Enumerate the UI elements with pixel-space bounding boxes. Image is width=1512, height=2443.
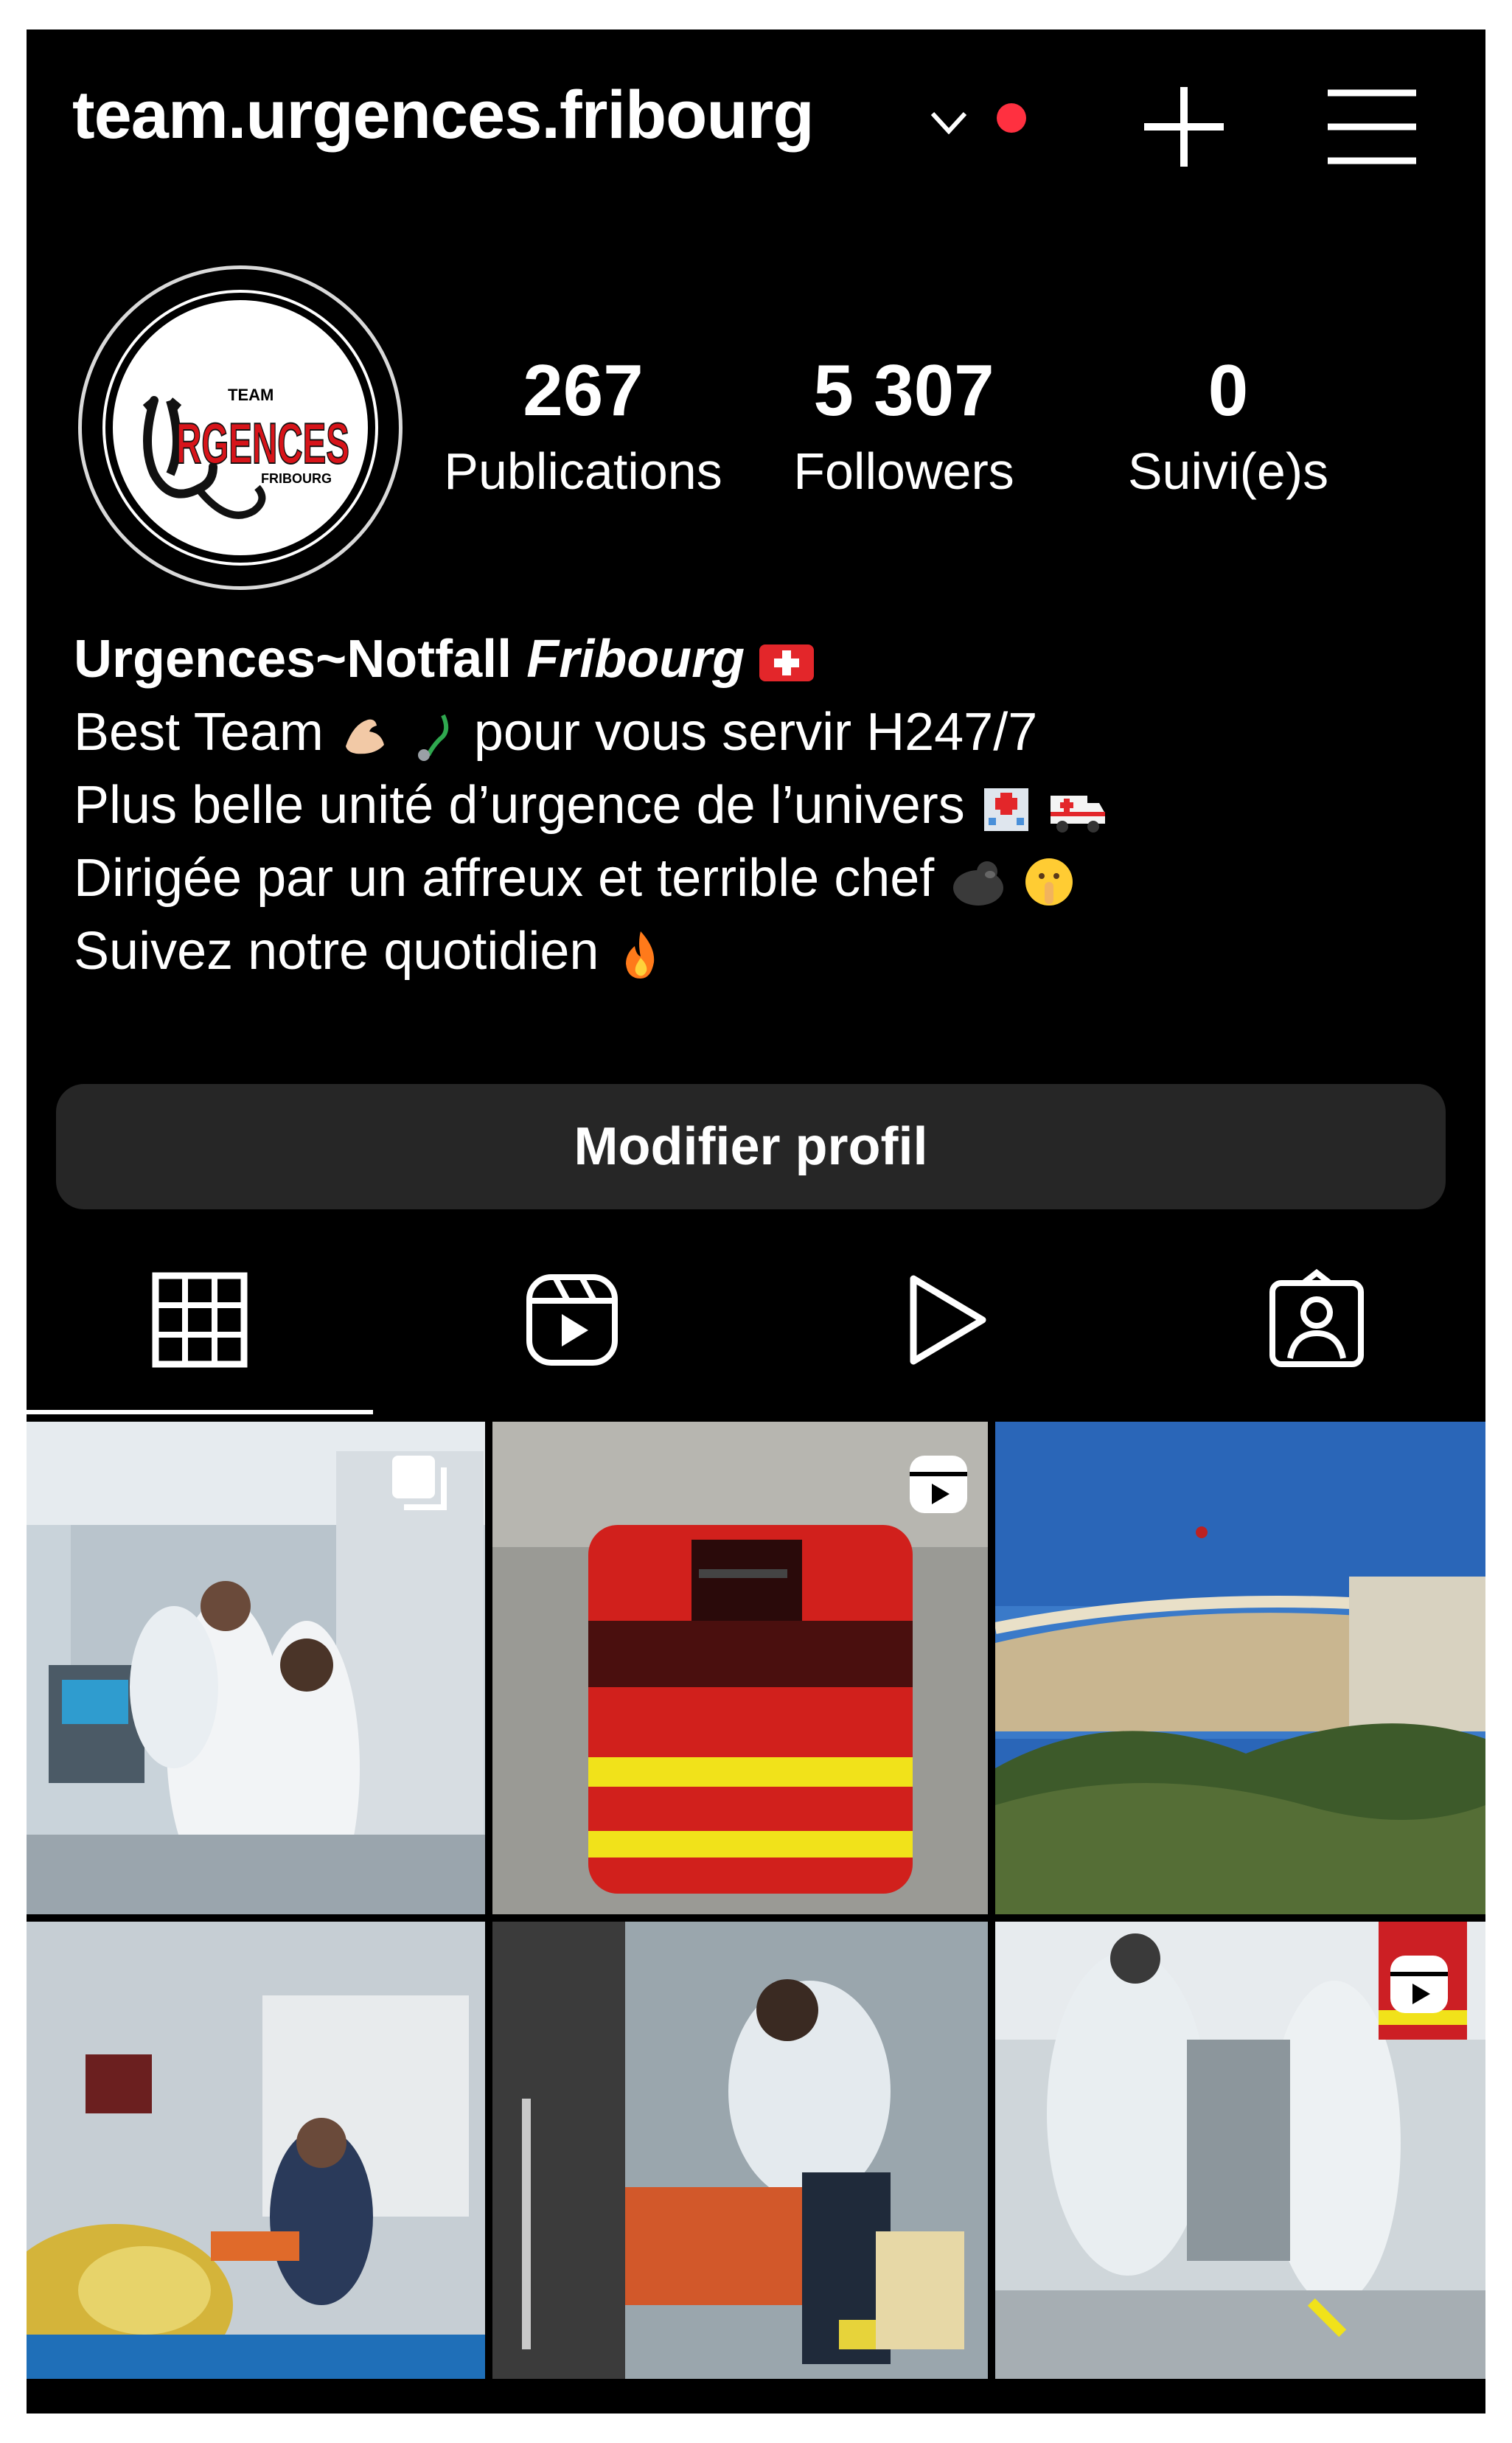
reels-icon[interactable]: [520, 1268, 624, 1372]
following-label: Suivi(e)s: [1127, 442, 1329, 500]
grid-icon[interactable]: [148, 1268, 251, 1372]
notification-dot: [997, 103, 1026, 133]
instagram-profile-screen: team.urgences.fribourg TEAM RGENCES FRIB…: [27, 29, 1485, 2414]
shushing-face-icon: [1025, 858, 1073, 906]
account-username[interactable]: team.urgences.fribourg: [72, 77, 815, 154]
post-tile-2[interactable]: [492, 1422, 988, 1914]
display-name-text: Urgences~Notfall: [74, 630, 512, 689]
followers-label: Followers: [793, 442, 1014, 500]
profile-bio: Urgences~Notfall Fribourg Best Team pour…: [74, 623, 1107, 988]
bio-line-3: Dirigée par un affreux et terrible chef: [74, 842, 1107, 915]
logo-fribourg-text: FRIBOURG: [261, 471, 332, 486]
logo-team-text: TEAM: [228, 386, 274, 404]
gorilla-icon: [953, 861, 1004, 906]
following-count: 0: [1208, 350, 1249, 431]
swiss-flag-icon: [759, 644, 815, 681]
post-image-hospital-building: [995, 1422, 1485, 1914]
tagged-user-icon[interactable]: [1265, 1268, 1368, 1372]
carousel-icon: [392, 1456, 447, 1510]
reel-badge-icon: [1390, 1956, 1448, 2013]
bio-line-1-rest: pour vous servir H247/7: [473, 703, 1038, 762]
reel-badge-icon: [910, 1456, 967, 1513]
display-name-italic: Fribourg: [526, 630, 745, 689]
bio-line-4-text: Suivez notre quotidien: [74, 922, 599, 981]
post-tile-4[interactable]: [27, 1922, 485, 2379]
avatar-logo: TEAM RGENCES FRIBOURG: [102, 290, 378, 566]
bio-line-4: Suivez notre quotidien: [74, 915, 1107, 988]
profile-avatar[interactable]: TEAM RGENCES FRIBOURG: [78, 265, 403, 590]
bio-line-1-text: Best Team: [74, 703, 324, 762]
post-tile-6[interactable]: [995, 1922, 1485, 2379]
urgences-logo-icon: TEAM RGENCES FRIBOURG: [105, 293, 375, 563]
post-image-trauma-bay: [27, 1922, 485, 2379]
stethoscope-icon: [417, 714, 448, 761]
stat-followers[interactable]: 5 307 Followers: [764, 354, 1044, 497]
fire-icon: [625, 931, 654, 979]
create-plus-icon[interactable]: [1140, 83, 1228, 171]
bio-line-1: Best Team pour vous servir H247/7: [74, 696, 1107, 769]
stat-following[interactable]: 0 Suivi(e)s: [1095, 354, 1361, 497]
publications-label: Publications: [444, 442, 722, 500]
bio-line-2-text: Plus belle unité d’urgence de l’univers: [74, 776, 965, 835]
post-tile-3[interactable]: [995, 1422, 1485, 1914]
followers-count: 5 307: [813, 350, 994, 431]
flexed-biceps-icon: [345, 719, 384, 754]
stat-publications[interactable]: 267 Publications: [436, 354, 731, 497]
active-tab-indicator: [27, 1410, 373, 1414]
top-bar: team.urgences.fribourg: [27, 29, 1485, 199]
post-tile-1[interactable]: [27, 1422, 485, 1914]
edit-profile-button[interactable]: Modifier profil: [56, 1084, 1446, 1209]
chevron-down-icon[interactable]: [930, 111, 968, 134]
bio-line-3-text: Dirigée par un affreux et terrible chef: [74, 849, 935, 908]
hospital-icon: [983, 788, 1028, 831]
post-image-doctor-at-bed: [492, 1922, 988, 2379]
logo-rgences-text: RGENCES: [176, 411, 349, 476]
post-tile-5[interactable]: [492, 1922, 988, 2379]
bio-line-2: Plus belle unité d’urgence de l’univers: [74, 769, 1107, 842]
video-play-icon[interactable]: [893, 1268, 996, 1372]
hamburger-menu-icon[interactable]: [1324, 83, 1420, 171]
ambulance-icon: [1050, 795, 1105, 833]
publications-count: 267: [523, 350, 644, 431]
display-name: Urgences~Notfall Fribourg: [74, 623, 1107, 696]
